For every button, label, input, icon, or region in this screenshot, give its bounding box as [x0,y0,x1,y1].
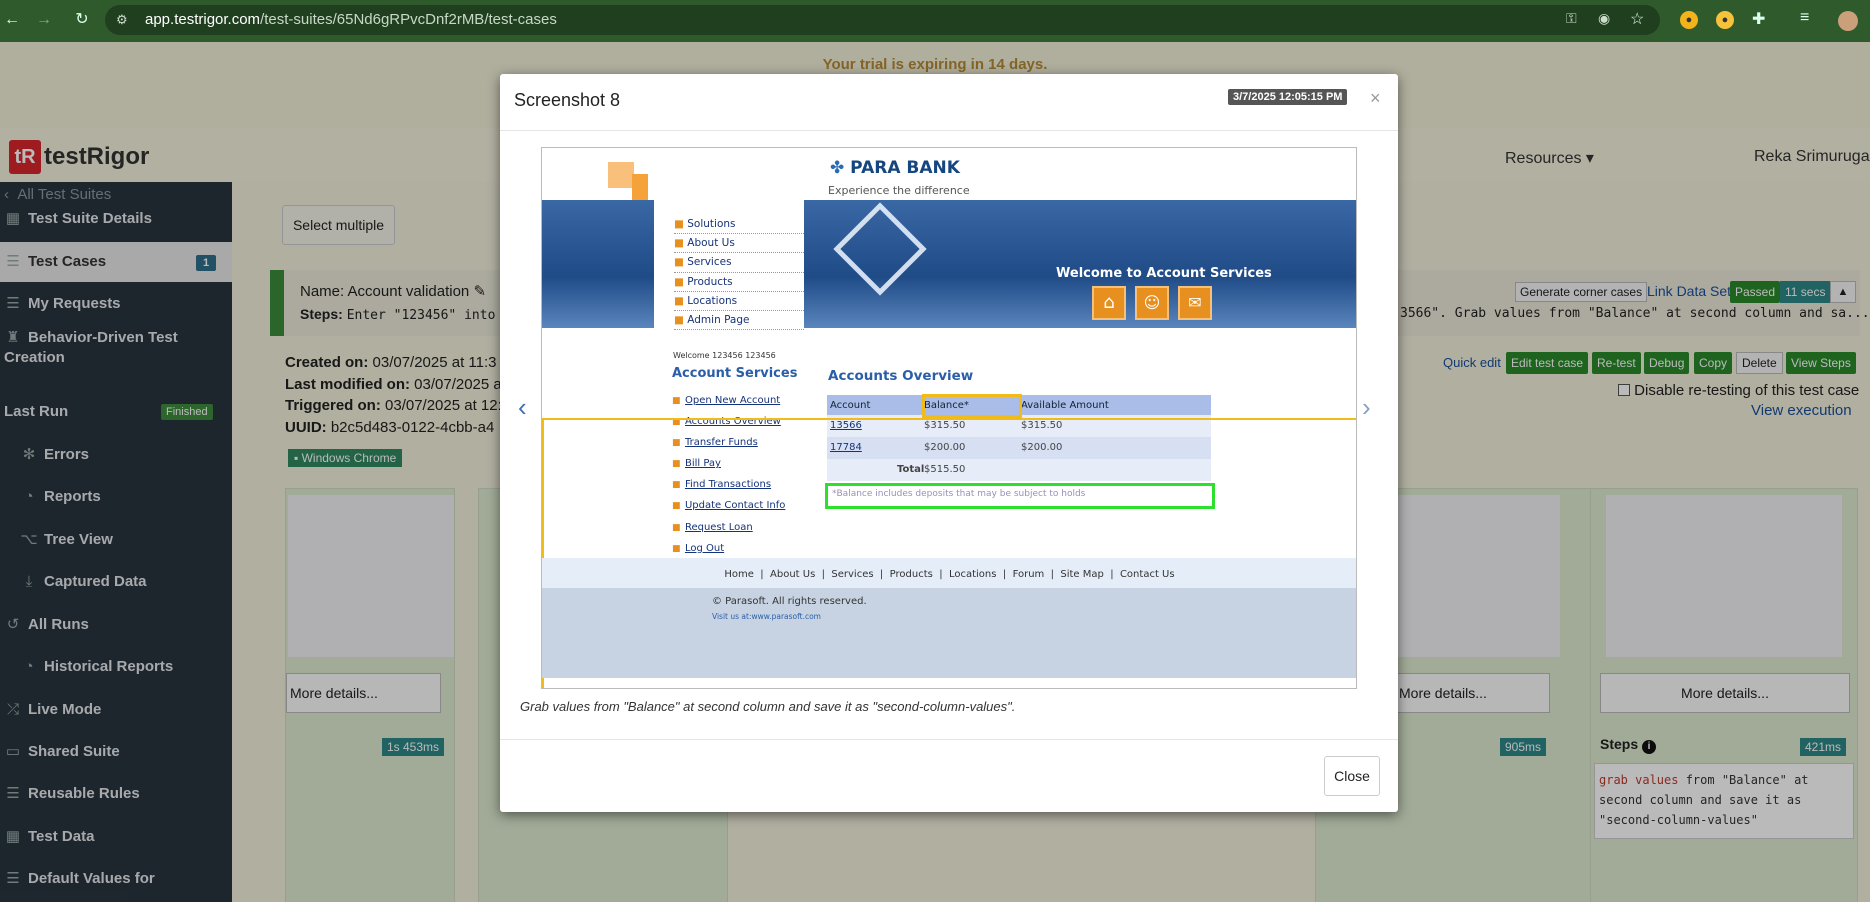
modal-footer-divider [500,739,1398,740]
footer-link[interactable]: Products [890,569,933,580]
footer-link[interactable]: Locations [949,569,997,580]
screenshot-caption: Grab values from "Balance" at second col… [520,699,1016,714]
menu-item-solutions[interactable]: ■ Solutions [674,215,804,235]
copyright: © Parasoft. All rights reserved. [712,596,867,607]
puzzle-icon[interactable]: ✚ [1752,9,1765,29]
footer-links: Home | About Us | Services | Products | … [542,558,1356,588]
envelope-icon[interactable]: ✉ [1178,286,1212,320]
menu-item-locations[interactable]: ■ Locations [674,292,804,312]
bullet-icon: ■ [674,314,684,327]
star-icon[interactable]: ☆ [1630,9,1644,29]
parabank-logo: ✤ PARA BANK [830,158,960,178]
close-button[interactable]: Close [1324,756,1380,796]
eye-off-icon[interactable]: ◉ [1598,10,1610,27]
screenshot-modal: Screenshot 8 3/7/2025 12:05:15 PM × ‹ › … [500,74,1398,812]
footer-link[interactable]: Home [724,569,754,580]
services-title: Account Services [672,366,798,381]
menu-label: Admin Page [687,314,750,327]
footer-link[interactable]: Forum [1013,569,1045,580]
timestamp-badge: 3/7/2025 12:05:15 PM [1228,89,1348,105]
column-header: Account [830,400,871,411]
menu-label: Services [687,256,732,269]
welcome-banner: Welcome to Account Services [1056,266,1272,281]
footer-bottom [542,588,1356,678]
bullet-icon: ■ [674,294,684,307]
reload-icon[interactable]: ↻ [70,8,94,32]
bullet-icon: ■ [674,275,684,288]
people-icon[interactable]: ☺ [1135,286,1169,320]
highlight-header-box [922,394,1022,418]
bullet-icon: ■ [674,237,684,250]
modal-title: Screenshot 8 [514,90,621,110]
logo-blocks [632,174,648,200]
visit-line: Visit us at:www.parasoft.com [712,612,821,621]
url-path: /test-suites/65Nd6gRPvcDnf2rMB/test-case… [260,11,557,28]
back-arrow-icon[interactable]: ← [0,8,24,32]
parabank-logo-icon: ✤ [830,158,845,178]
media-icon[interactable]: ≡ [1800,9,1809,27]
extension-icon[interactable]: ● [1680,11,1698,29]
footer-link[interactable]: About Us [770,569,815,580]
menu-item-about[interactable]: ■ About Us [674,234,804,254]
service-link[interactable]: Open New Account [685,395,780,406]
menu-label: Locations [687,294,738,307]
highlight-note-box [825,483,1215,509]
welcome-user: Welcome 123456 123456 [673,351,776,360]
footer-link[interactable]: Site Map [1060,569,1103,580]
site-info-icon[interactable]: ⚙ [116,12,128,28]
captured-screenshot: ✤ PARA BANK Experience the difference ■ … [541,147,1357,689]
visit-label: Visit us at: [712,612,752,621]
url-domain: app.testrigor.com [145,11,261,28]
previous-arrow-icon[interactable]: ‹ [518,392,527,423]
key-icon[interactable]: ⚿ [1566,10,1577,27]
bullet-icon: ■ [674,256,684,269]
menu-panel: ■ Solutions ■ About Us ■ Services ■ Prod… [654,200,804,331]
logo-blocks [608,162,634,188]
menu-item-services[interactable]: ■ Services [674,253,804,273]
visit-url[interactable]: www.parasoft.com [751,612,820,621]
address-bar[interactable]: app.testrigor.com/test-suites/65Nd6gRPvc… [105,5,1660,35]
menu-label: Products [687,275,733,288]
footer-link[interactable]: Services [831,569,873,580]
overview-title: Accounts Overview [828,368,974,384]
menu-label: About Us [687,237,735,250]
bullet-icon: ■ [672,396,681,406]
menu-item-admin[interactable]: ■ Admin Page [674,311,804,331]
extension-icon[interactable]: ● [1716,11,1734,29]
profile-avatar[interactable] [1838,11,1858,31]
menu-label: Solutions [687,218,736,230]
footer-link[interactable]: Contact Us [1120,569,1175,580]
modal-divider [500,130,1398,131]
column-header: Available Amount [1021,400,1109,411]
bullet-icon: ■ [674,218,684,230]
forward-arrow-icon[interactable]: → [32,8,56,32]
parabank-brand: PARA BANK [850,158,960,178]
close-icon[interactable]: × [1370,88,1381,109]
menu-item-products[interactable]: ■ Products [674,273,804,292]
home-icon[interactable]: ⌂ [1092,286,1126,320]
next-arrow-icon[interactable]: › [1362,392,1371,423]
parabank-tagline: Experience the difference [828,184,970,197]
